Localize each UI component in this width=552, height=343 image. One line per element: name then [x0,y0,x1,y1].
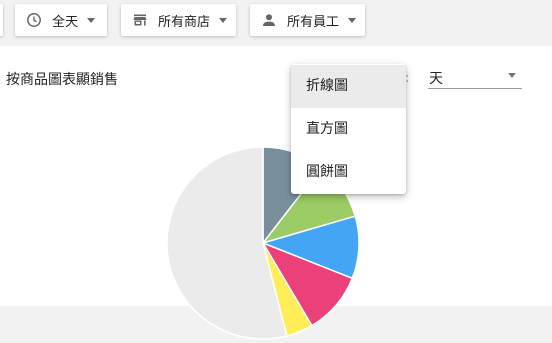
chevron-down-icon [219,17,228,23]
time-filter-label: 全天 [52,14,79,30]
person-icon [261,12,277,28]
chart-type-menu: 折線圖 直方圖 圓餅圖 [291,64,406,194]
previous-filter-button[interactable] [0,4,3,36]
report-title: 按商品圖表顯銷售 [6,72,118,88]
range-select-value: 天 [429,71,443,87]
menu-item-line-chart[interactable]: 折線圖 [291,65,406,108]
range-select[interactable]: 天 [428,63,522,89]
store-icon [132,12,148,28]
store-filter-label: 所有商店 [158,14,211,30]
filter-bar: 全天 所有商店 所有員工 [0,0,552,46]
staff-filter-button[interactable]: 所有員工 [250,4,365,36]
chevron-down-icon [348,17,357,23]
staff-filter-label: 所有員工 [287,14,340,30]
chevron-down-icon [87,17,96,23]
time-filter-button[interactable]: 全天 [15,4,107,36]
clock-icon [26,12,42,28]
menu-item-pie-chart[interactable]: 圓餅圖 [291,151,406,194]
menu-item-bar-chart[interactable]: 直方圖 [291,108,406,151]
chevron-down-icon [508,73,516,78]
store-filter-button[interactable]: 所有商店 [121,4,236,36]
